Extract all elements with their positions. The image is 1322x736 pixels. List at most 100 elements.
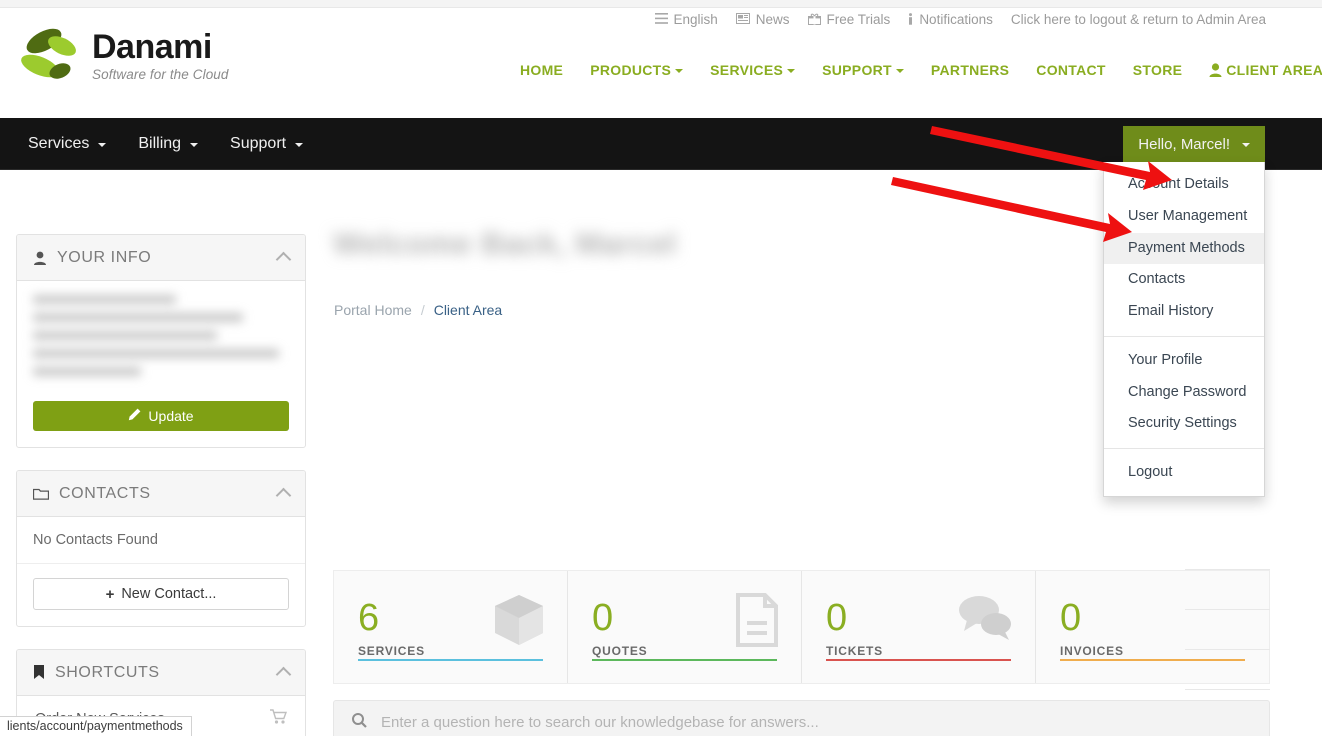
account-menu-button[interactable]: Hello, Marcel! — [1123, 126, 1265, 162]
contacts-panel: CONTACTS No Contacts Found + New Contact… — [16, 470, 306, 627]
nav-client-area-label: CLIENT AREA — [1226, 62, 1322, 78]
chevron-down-icon — [98, 143, 107, 147]
nav-store[interactable]: STORE — [1133, 62, 1182, 78]
chevron-up-icon[interactable] — [275, 666, 292, 683]
utility-notifications[interactable]: Notifications — [908, 12, 993, 27]
cart-icon — [270, 709, 288, 729]
dropdown-email-history[interactable]: Email History — [1104, 296, 1264, 328]
dropdown-payment-methods[interactable]: Payment Methods — [1104, 232, 1264, 265]
update-button[interactable]: Update — [33, 401, 289, 431]
hamburger-icon — [654, 13, 668, 26]
browser-page: English News Free Trials Notifications C… — [0, 0, 1322, 736]
top-strip — [0, 0, 1322, 8]
folder-icon — [33, 487, 49, 500]
new-contact-label: New Contact... — [121, 586, 217, 602]
utility-logout-admin-label: Click here to logout & return to Admin A… — [1010, 12, 1266, 27]
table-row — [1185, 530, 1270, 570]
stats-row: 6 SERVICES 0 QUOTES 0 TICKETS 0 INVOICES — [333, 570, 1270, 684]
shortcuts-title: SHORTCUTS — [55, 663, 160, 681]
dropdown-account-details[interactable]: Account Details — [1104, 169, 1264, 201]
breadcrumb-separator: / — [420, 302, 425, 318]
search-input[interactable] — [381, 713, 1251, 731]
chevron-down-icon — [675, 69, 684, 73]
sidebar: YOUR INFO Update CONTACTS No Contacts Fo… — [16, 234, 306, 736]
your-info-panel: YOUR INFO Update — [16, 234, 306, 448]
nav-contact[interactable]: CONTACT — [1036, 62, 1106, 78]
contacts-header[interactable]: CONTACTS — [17, 471, 305, 517]
chevron-down-icon — [190, 143, 199, 147]
chevron-down-icon — [787, 69, 796, 73]
box-icon — [493, 593, 545, 652]
darknav-services[interactable]: Services — [28, 135, 107, 153]
chevron-up-icon[interactable] — [275, 487, 292, 504]
contacts-empty-text: No Contacts Found — [17, 517, 305, 564]
dropdown-change-password[interactable]: Change Password — [1104, 377, 1264, 409]
nav-services[interactable]: SERVICES — [710, 62, 796, 78]
your-info-body — [17, 281, 305, 399]
new-contact-button[interactable]: + New Contact... — [33, 578, 289, 610]
nav-store-label: STORE — [1132, 62, 1183, 78]
plus-icon: + — [105, 585, 115, 603]
nav-support-label: SUPPORT — [822, 62, 892, 78]
stat-rule-quotes — [592, 659, 777, 661]
user-icon — [1209, 63, 1222, 77]
utility-logout-admin[interactable]: Click here to logout & return to Admin A… — [1011, 12, 1266, 27]
browser-status-bar: lients/account/paymentmethods — [0, 716, 192, 736]
stat-rule-services — [358, 659, 543, 661]
dropdown-divider — [1104, 335, 1264, 337]
dropdown-divider — [1104, 448, 1264, 449]
chevron-down-icon — [295, 143, 304, 147]
table-row — [1185, 610, 1270, 650]
chevron-down-icon — [1242, 143, 1250, 147]
darknav-billing[interactable]: Billing — [138, 135, 199, 153]
nav-home-label: HOME — [520, 62, 564, 78]
your-info-title: YOUR INFO — [57, 248, 152, 266]
utility-language-label: English — [673, 12, 718, 27]
nav-products-label: PRODUCTS — [590, 62, 672, 78]
stat-card-services[interactable]: 6 SERVICES — [334, 571, 568, 683]
breadcrumb-portal-home[interactable]: Portal Home — [334, 302, 412, 318]
chevron-down-icon — [895, 69, 904, 73]
darknav-support[interactable]: Support — [230, 135, 304, 153]
dropdown-your-profile[interactable]: Your Profile — [1104, 345, 1264, 377]
logo-tagline: Software for the Cloud — [92, 66, 229, 82]
dropdown-user-management[interactable]: User Management — [1104, 201, 1264, 233]
account-dropdown-menu: Account Details User Management Payment … — [1103, 162, 1265, 497]
info-icon — [908, 12, 913, 27]
your-info-redacted — [33, 295, 289, 376]
nav-services-label: SERVICES — [710, 62, 784, 78]
stat-card-quotes[interactable]: 0 QUOTES — [568, 571, 802, 683]
your-info-header[interactable]: YOUR INFO — [17, 235, 305, 281]
utility-free-trials[interactable]: Free Trials — [807, 12, 890, 27]
utility-news[interactable]: News — [735, 12, 790, 27]
breadcrumb: Portal Home / Client Area — [334, 302, 502, 318]
bookmark-icon — [33, 665, 45, 680]
nav-products[interactable]: PRODUCTS — [590, 62, 684, 78]
darknav-support-label: Support — [230, 135, 287, 152]
utility-notifications-label: Notifications — [919, 12, 993, 27]
nav-home[interactable]: HOME — [520, 62, 563, 78]
site-logo[interactable]: Danami Software for the Cloud — [18, 26, 229, 86]
contacts-title: CONTACTS — [59, 484, 151, 502]
darknav-services-label: Services — [28, 135, 90, 152]
nav-support[interactable]: SUPPORT — [822, 62, 904, 78]
danami-butterfly-icon — [18, 26, 84, 86]
shortcuts-header[interactable]: SHORTCUTS — [17, 650, 305, 696]
nav-client-area[interactable]: CLIENT AREA — [1209, 62, 1322, 78]
dropdown-contacts[interactable]: Contacts — [1104, 264, 1264, 296]
knowledgebase-search[interactable] — [333, 700, 1270, 736]
stat-rule-tickets — [826, 659, 1011, 661]
chat-icon — [957, 593, 1013, 646]
logo-title: Danami — [92, 28, 212, 67]
stat-card-tickets[interactable]: 0 TICKETS — [802, 571, 1036, 683]
dropdown-logout[interactable]: Logout — [1104, 457, 1264, 489]
update-button-label: Update — [148, 408, 194, 424]
chevron-up-icon[interactable] — [275, 251, 292, 268]
nav-partners[interactable]: PARTNERS — [931, 62, 1009, 78]
utility-news-label: News — [755, 12, 790, 27]
breadcrumb-client-area[interactable]: Client Area — [434, 302, 502, 318]
dropdown-security-settings[interactable]: Security Settings — [1104, 408, 1264, 440]
nav-partners-label: PARTNERS — [930, 62, 1010, 78]
utility-language[interactable]: English — [654, 12, 718, 27]
stat-label-tickets: TICKETS — [826, 644, 883, 658]
